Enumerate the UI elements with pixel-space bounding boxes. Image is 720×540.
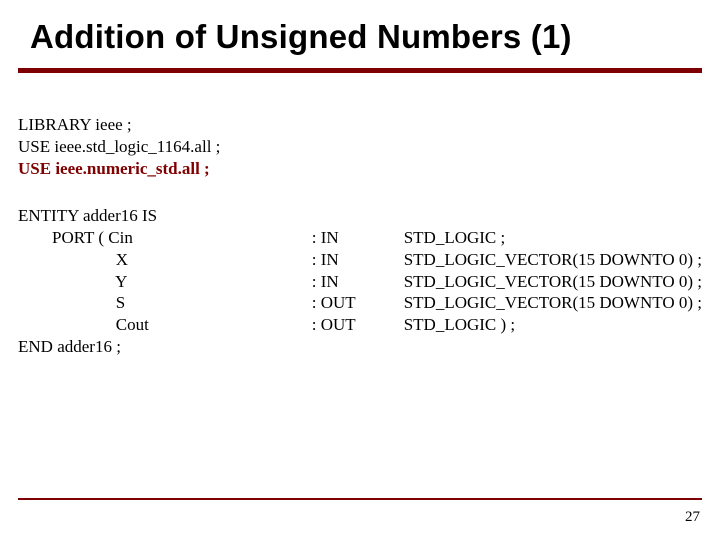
slide-title: Addition of Unsigned Numbers (1) [30, 18, 572, 56]
slide-body: LIBRARY ieee ; USE ieee.std_logic_1164.a… [18, 114, 702, 358]
entity-col-dirs: : IN : IN : IN : OUT : OUT [312, 205, 390, 357]
slide: Addition of Unsigned Numbers (1) LIBRARY… [0, 0, 720, 540]
lib-line-2: USE ieee.std_logic_1164.all ; [18, 136, 702, 158]
entity-block: ENTITY adder16 IS PORT ( Cin X Y S Cout … [18, 205, 702, 357]
lib-line-3: USE ieee.numeric_std.all ; [18, 158, 702, 180]
page-number: 27 [685, 509, 700, 526]
entity-col-names: ENTITY adder16 IS PORT ( Cin X Y S Cout … [18, 205, 298, 357]
entity-col-types: STD_LOGIC ; STD_LOGIC_VECTOR(15 DOWNTO 0… [404, 205, 702, 357]
library-block: LIBRARY ieee ; USE ieee.std_logic_1164.a… [18, 114, 702, 179]
title-underline [18, 68, 702, 73]
footer-rule [18, 498, 702, 500]
lib-line-1: LIBRARY ieee ; [18, 114, 702, 136]
